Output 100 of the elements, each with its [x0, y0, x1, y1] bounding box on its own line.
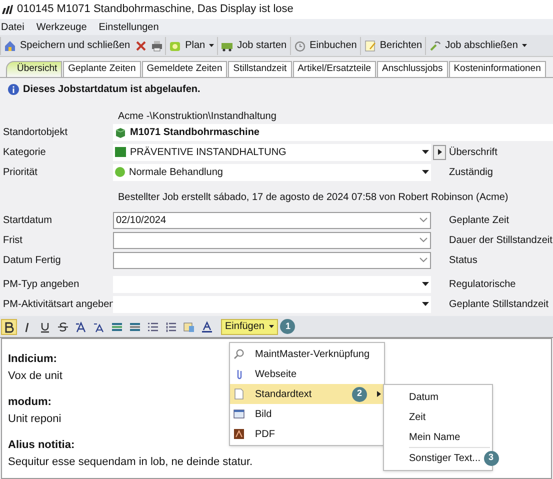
toolbar-button[interactable]: Job starten — [217, 36, 290, 54]
insert-button[interactable]: Einfügen — [221, 318, 278, 334]
search-icon — [233, 348, 245, 360]
field-label: Geplante Zeit — [449, 214, 510, 228]
underline-icon — [39, 320, 51, 332]
toolbar-button[interactable]: Speichern und schließen — [0, 36, 134, 54]
menu-item[interactable]: Datei — [1, 20, 24, 34]
cube-icon — [115, 126, 126, 138]
tab[interactable]: Artikel/Ersatzteile — [292, 61, 376, 77]
toolbar-button[interactable]: Einbuchen — [290, 36, 360, 54]
category-icon — [115, 147, 126, 157]
tab[interactable]: Geplante Zeiten — [63, 61, 141, 77]
app-logo-icon — [2, 5, 13, 14]
object-field[interactable]: M1071 Standbohrmaschine — [113, 124, 553, 140]
date-field[interactable] — [113, 252, 431, 268]
section-heading: Alius notitia: — [8, 438, 75, 453]
menu-item[interactable]: PDF — [230, 424, 384, 444]
caret-icon — [422, 170, 429, 174]
notice-text: Dieses Jobstartdatum ist abgelaufen. — [23, 82, 200, 96]
caret-icon — [522, 44, 527, 47]
format-button[interactable] — [199, 318, 215, 334]
note-icon — [364, 40, 376, 52]
grow-font-icon — [75, 320, 87, 332]
outdent-icon — [129, 320, 141, 332]
field-label: PM-Typ angeben — [2, 278, 80, 292]
chevron-icon — [419, 217, 428, 223]
format-button[interactable] — [1, 318, 17, 334]
created-info: Bestellter Job erstellt sábado, 17 de agosto de 2024 07:58 von Robert Robinson (Acme) — [117, 191, 510, 205]
tab[interactable]: Anschlussjobs — [376, 61, 448, 77]
field-label: Datum Fertig — [2, 254, 62, 268]
tab[interactable]: Gemeldete Zeiten — [142, 61, 228, 77]
play-icon — [438, 149, 442, 155]
step-badge: 3 — [484, 450, 499, 466]
toolbar-button[interactable]: Job abschließen — [425, 36, 530, 54]
page-icon — [233, 388, 245, 400]
wrench-icon — [429, 40, 442, 52]
tab[interactable]: Übersicht — [6, 61, 62, 77]
bold-icon — [3, 320, 15, 332]
caret-icon — [422, 150, 429, 154]
chevron-icon — [419, 257, 428, 263]
menu-item[interactable]: Datum — [400, 390, 438, 404]
shrink-font-icon — [93, 320, 105, 332]
field-value: Normale Behandlung — [129, 166, 224, 180]
insert-image-icon — [183, 320, 195, 332]
menu-item[interactable]: Bild — [230, 404, 384, 424]
caret-icon — [269, 325, 274, 328]
section-text: Sequitur esse sequendam in lob, ne deinde statur. — [8, 454, 253, 470]
date-field[interactable] — [113, 232, 431, 248]
tab[interactable]: Kosteninformationen — [448, 61, 546, 77]
step-badge: 2 — [352, 386, 367, 402]
toolbar-button[interactable]: Berichten — [360, 36, 426, 54]
menu-item[interactable]: Einstellungen — [98, 20, 159, 34]
menu-item[interactable]: Mein Name — [400, 430, 460, 444]
field-label: Dauer der Stillstandzeit — [449, 234, 552, 248]
pdf-icon — [233, 428, 245, 440]
menu-item[interactable]: Sonstiger Text... — [400, 450, 481, 466]
clock-icon — [294, 40, 306, 52]
location-path: Acme -\Konstruktion\Instandhaltung — [117, 110, 278, 122]
plan-icon — [169, 40, 182, 52]
dropdown-field[interactable]: PRÄVENTIVE INSTANDHALTUNG — [113, 144, 431, 160]
menu-item[interactable]: MaintMaster-Verknüpfung — [230, 344, 384, 364]
menu-item[interactable]: Werkzeuge — [36, 20, 87, 34]
menu-item[interactable]: Webseite — [230, 364, 384, 384]
section-text: Vox de unit — [8, 368, 62, 384]
caret-icon — [209, 44, 214, 47]
tab[interactable]: Stillstandzeit — [228, 61, 292, 77]
font-color-icon — [201, 320, 213, 332]
menu-item[interactable]: Standardtext 2 — [230, 384, 384, 404]
info-icon — [8, 84, 19, 94]
menu-item[interactable]: Zeit — [400, 410, 426, 424]
field-label: Status — [449, 254, 478, 268]
date-field[interactable]: 02/10/2024 — [113, 212, 431, 228]
printer-icon — [151, 40, 164, 52]
image-icon — [233, 408, 245, 420]
house-icon — [4, 40, 16, 52]
toolbar-button[interactable]: Plan — [165, 36, 218, 54]
bullet-list-icon — [147, 320, 159, 332]
field-label: Startdatum — [2, 214, 53, 228]
field-label: Priorität — [2, 166, 38, 180]
priority-icon — [115, 167, 125, 177]
field-label: Standortobjekt — [2, 126, 68, 140]
field-label: Geplante Stillstandzeit — [449, 298, 549, 312]
caret-icon — [422, 282, 429, 286]
delete-icon — [135, 40, 148, 52]
dropdown-field[interactable]: Normale Behandlung — [113, 164, 431, 180]
open-button[interactable] — [433, 144, 446, 160]
window-title: 010145 M1071 Standbohrmaschine, Das Display ist lose — [17, 2, 294, 18]
field-label: Kategorie — [2, 146, 47, 160]
field-label: Regulatorische — [449, 278, 516, 292]
section-heading: Indicium: — [8, 352, 57, 367]
chevron-icon — [419, 237, 428, 243]
numbered-list-icon — [165, 320, 177, 332]
dropdown-field[interactable] — [113, 296, 431, 312]
step-badge: 1 — [280, 319, 296, 334]
section-text: Unit reponi — [8, 412, 62, 426]
field-label: Zuständig — [449, 166, 493, 180]
strikethrough-icon — [57, 320, 69, 332]
dropdown-field[interactable] — [113, 276, 431, 292]
caret-icon — [422, 302, 429, 306]
section-heading: modum: — [8, 395, 52, 410]
